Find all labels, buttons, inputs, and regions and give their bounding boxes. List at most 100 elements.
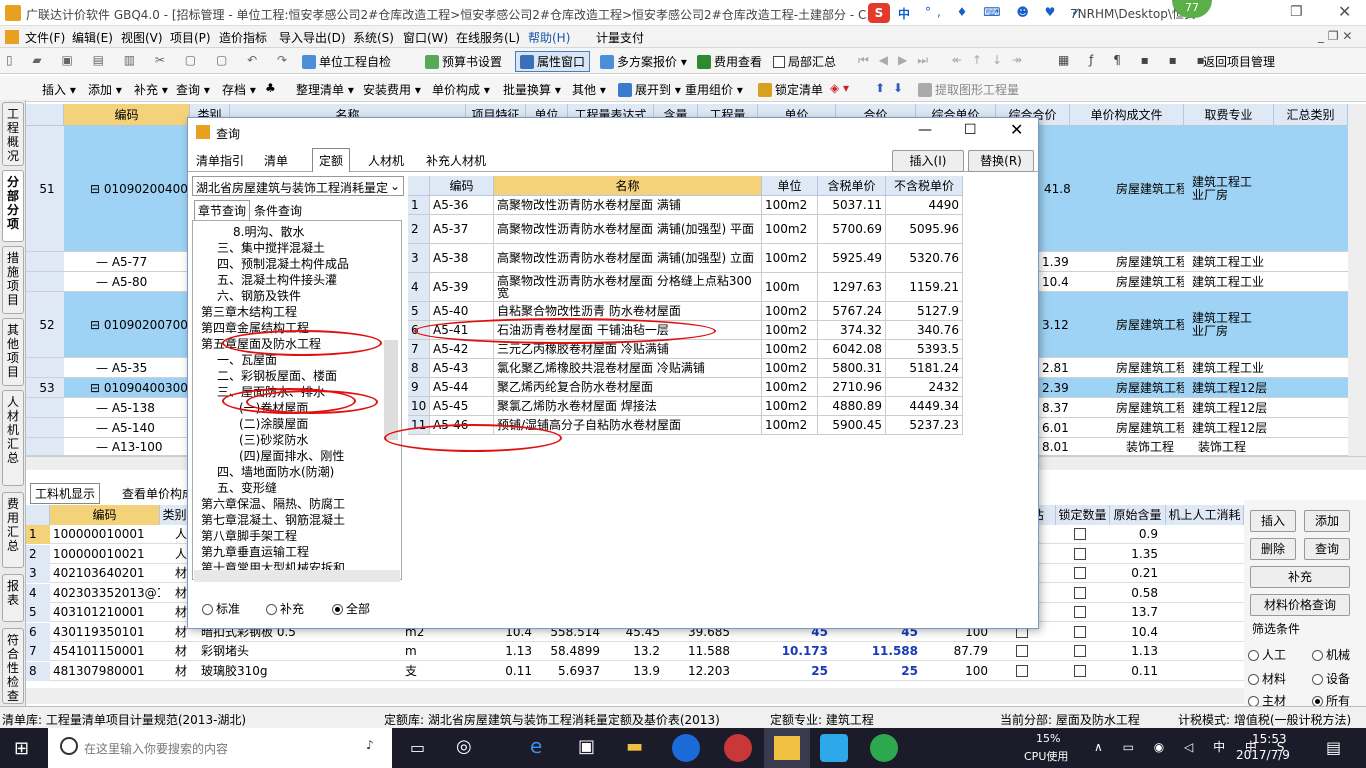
grid-header-code[interactable]: 编码: [64, 104, 190, 126]
tree-node[interactable]: (二)涂膜屋面: [239, 415, 308, 432]
store-icon[interactable]: ▣: [578, 736, 595, 757]
reuse-pricing-button[interactable]: 重用组价 ▾: [685, 81, 743, 98]
tab-fee-summary[interactable]: 费用汇总: [2, 492, 24, 568]
multi-plan-button[interactable]: 多方案报价 ▾: [600, 53, 687, 70]
bottom-header-locked-qty[interactable]: 锁定数量: [1056, 505, 1110, 525]
panel-delete-button[interactable]: 删除: [1250, 538, 1296, 560]
bottom-header-code[interactable]: 编码: [50, 505, 160, 525]
restore-icon[interactable]: ❐: [1290, 4, 1303, 20]
tab-measures[interactable]: 措施项目: [2, 246, 24, 314]
nav-arrows-icon[interactable]: ⏮◀▶⏭ ↞↑↓↠: [858, 53, 1032, 68]
quota-row[interactable]: 1 A5-36 高聚物改性沥青防水卷材屋面 满铺 100m2 5037.11 4490: [408, 196, 963, 215]
install-fee-button[interactable]: 安装费用 ▾: [363, 81, 421, 98]
clock-date[interactable]: 2017/7/9: [1236, 748, 1290, 762]
menu-edit[interactable]: 编辑(E): [72, 29, 113, 46]
menu-project[interactable]: 项目(P): [170, 29, 211, 46]
tree-node[interactable]: 第三章木结构工程: [201, 303, 297, 320]
quota-row[interactable]: 9 A5-44 聚乙烯丙纶复合防水卷材屋面 100m2 2710.96 2432: [408, 378, 963, 397]
menu-view[interactable]: 视图(V): [121, 29, 163, 46]
grid-header-summary-type[interactable]: 汇总类别: [1274, 104, 1348, 126]
radio-all[interactable]: 全部: [332, 600, 370, 617]
windows-start-icon[interactable]: ⊞: [14, 738, 29, 759]
filter-machine-radio[interactable]: 机械: [1312, 646, 1350, 663]
tree-node[interactable]: 五、混凝土构件接头灌: [217, 271, 337, 288]
filter-labor-radio[interactable]: 人工: [1248, 646, 1286, 663]
dialog-replace-button[interactable]: 替换(R): [968, 150, 1034, 172]
estimate-checkbox[interactable]: [1016, 645, 1028, 657]
query-button[interactable]: 查询 ▾: [176, 81, 210, 98]
quota-row[interactable]: 4 A5-39 高聚物改性沥青防水卷材屋面 分格缝上点粘300宽 100m 1297.6…: [408, 273, 963, 302]
budget-settings-button[interactable]: 预算书设置: [425, 53, 502, 70]
tree-hscrollbar[interactable]: [194, 570, 400, 582]
tree-node[interactable]: 第七章混凝土、钢筋混凝土: [201, 511, 345, 528]
extract-quantity-button[interactable]: 提取图形工程量: [918, 81, 1019, 98]
tree-node[interactable]: 三、集中搅拌混凝土: [217, 239, 325, 256]
tab-reports[interactable]: 报表: [2, 574, 24, 622]
taskbar-search-box[interactable]: 在这里输入你要搜索的内容 ♪: [48, 728, 392, 768]
unit-price-composition-button[interactable]: 单价构成 ▾: [432, 81, 490, 98]
quota-row[interactable]: 7 A5-42 三元乙丙橡胶卷材屋面 冷贴满铺 100m2 6042.08 5393.5: [408, 340, 963, 359]
lock-qty-checkbox[interactable]: [1074, 586, 1086, 599]
gbq-active-icon[interactable]: [764, 728, 810, 768]
add-button[interactable]: 添加 ▾: [88, 81, 122, 98]
tab-subitems[interactable]: 分部分项: [2, 170, 24, 242]
dialog-close-icon[interactable]: ✕: [1010, 120, 1023, 139]
table-row[interactable]: 8 481307980001 材玻璃胶310g 支 0.11 5.6937 13.9 12.2…: [26, 661, 1244, 681]
menu-cost-index[interactable]: 造价指标: [219, 29, 267, 46]
archive-button[interactable]: 存档 ▾: [222, 81, 256, 98]
dialog-maximize-icon[interactable]: ☐: [964, 122, 977, 138]
ime-mode[interactable]: 中: [898, 5, 910, 22]
menu-file[interactable]: 文件(F): [25, 29, 65, 46]
binoculars-icon[interactable]: ♣: [265, 81, 276, 95]
estimate-checkbox[interactable]: [1016, 664, 1028, 677]
tab-condition-query[interactable]: 条件查询: [254, 202, 302, 219]
tree-node[interactable]: 第八章脚手架工程: [201, 527, 297, 544]
menu-online[interactable]: 在线服务(L): [456, 29, 520, 46]
grid-vscrollbar[interactable]: [1348, 104, 1366, 456]
batch-convert-button[interactable]: 批量换算 ▾: [503, 81, 561, 98]
move-arrows-icon[interactable]: ⬆⬇: [875, 81, 911, 95]
panel-supplement-button[interactable]: 补充: [1250, 566, 1350, 588]
browser360-icon[interactable]: ◎: [456, 736, 472, 757]
menu-payment[interactable]: 计量支付: [596, 29, 644, 46]
ime-tools-icon[interactable]: °, ♦ ⌨ ☻ ♥ ✓: [925, 5, 1087, 19]
sogou-icon[interactable]: S: [868, 3, 890, 23]
table-row[interactable]: 7 454101150001 材彩钢堵头 m 1.13 58.4899 13.2 11.588…: [26, 642, 1244, 661]
filter-material-radio[interactable]: 材料: [1248, 670, 1286, 687]
explorer-icon[interactable]: ▬: [626, 736, 643, 757]
close-icon[interactable]: ✕: [1338, 2, 1351, 21]
tab-list[interactable]: 清单: [258, 150, 294, 171]
tree-node[interactable]: 第九章垂直运输工程: [201, 543, 309, 560]
glodon2-icon[interactable]: [724, 734, 752, 762]
return-project-button[interactable]: 返回项目管理: [1203, 53, 1275, 70]
menu-help[interactable]: 帮助(H): [528, 29, 570, 46]
lock-qty-checkbox[interactable]: [1074, 664, 1086, 677]
bottom-hscrollbar[interactable]: [26, 688, 1244, 704]
format-tools-icon[interactable]: ▦ ƒ ¶ ▪ ▪ ▪: [1058, 53, 1213, 67]
file-tools-icon[interactable]: ▯ ▰ ▣ ▤ ▥ ✂ ▢ ▢ ↶ ↷: [6, 53, 295, 67]
glodon-icon[interactable]: [672, 734, 700, 762]
menu-import-export[interactable]: 导入导出(D): [279, 29, 346, 46]
app-plus-icon[interactable]: [820, 734, 848, 762]
bottom-header-orig-content[interactable]: 原始含量: [1110, 505, 1166, 525]
quota-row[interactable]: 10 A5-45 聚氯乙烯防水卷材屋面 焊接法 100m2 4880.89 4449.34: [408, 397, 963, 416]
fee-view-button[interactable]: 费用查看: [697, 53, 762, 70]
lock-qty-checkbox[interactable]: [1074, 606, 1086, 618]
tab-compliance-check[interactable]: 符合性检查: [2, 628, 24, 704]
panel-query-button[interactable]: 查询: [1304, 538, 1350, 560]
mdi-controls-icon[interactable]: _ ❐ ✕: [1318, 29, 1352, 43]
lock-list-button[interactable]: 锁定清单: [758, 81, 823, 98]
tab-view-price-composition[interactable]: 查看单价构成: [118, 484, 198, 503]
partial-summary-checkbox[interactable]: 局部汇总: [773, 53, 836, 70]
quota-row[interactable]: 5 A5-40 自粘聚合物改性沥青 防水卷材屋面 100m2 5767.24 5127.9: [408, 302, 963, 321]
tree-node[interactable]: 四、墙地面防水(防潮): [217, 463, 334, 480]
lock-qty-checkbox[interactable]: [1074, 528, 1086, 540]
expand-to-button[interactable]: 展开到 ▾: [618, 81, 681, 98]
quota-row[interactable]: 3 A5-38 高聚物改性沥青防水卷材屋面 满铺(加强型) 立面 100m2 5925.…: [408, 244, 963, 273]
app-green-icon[interactable]: [870, 734, 898, 762]
tree-node[interactable]: (四)屋面排水、刚性: [239, 447, 344, 464]
tab-other-items[interactable]: 其他项目: [2, 318, 24, 386]
radio-supplement[interactable]: 补充: [266, 600, 304, 617]
tree-node[interactable]: 二、彩钢板屋面、楼面: [217, 367, 337, 384]
tree-node[interactable]: 五、变形缝: [217, 479, 277, 496]
